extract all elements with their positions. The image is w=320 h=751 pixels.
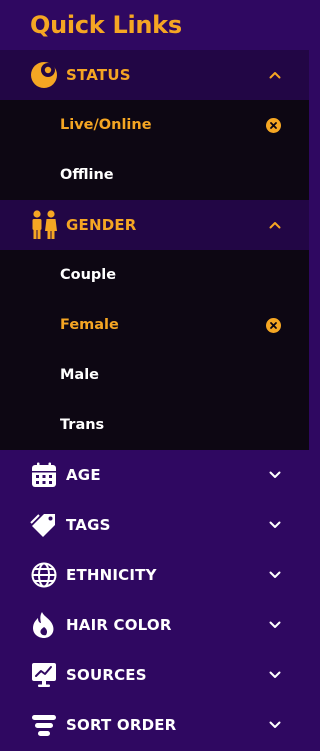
chevron-up-icon[interactable] bbox=[269, 69, 281, 81]
sidebar-title: Quick Links bbox=[30, 11, 182, 39]
monitor-chart-icon bbox=[30, 661, 58, 689]
age-section-header[interactable]: AGE bbox=[0, 450, 309, 500]
ethnicity-section-header[interactable]: ETHNICITY bbox=[0, 550, 309, 600]
tags-section-label: TAGS bbox=[66, 516, 111, 534]
option-label: Trans bbox=[60, 417, 105, 433]
chevron-down-icon[interactable] bbox=[269, 719, 281, 731]
people-icon bbox=[30, 210, 58, 239]
calendar-icon bbox=[30, 461, 58, 489]
moon-status-icon bbox=[30, 61, 58, 89]
gender-section-header[interactable]: GENDER bbox=[0, 200, 309, 250]
gender-option-female[interactable]: Female bbox=[0, 300, 309, 350]
chevron-down-icon[interactable] bbox=[269, 669, 281, 681]
flame-icon bbox=[30, 611, 58, 639]
sort-order-section-label: SORT ORDER bbox=[66, 716, 177, 734]
hair-color-section-header[interactable]: HAIR COLOR bbox=[0, 600, 309, 650]
sources-section-label: SOURCES bbox=[66, 666, 147, 684]
status-options: Live/Online Offline bbox=[0, 100, 309, 200]
status-section-label: STATUS bbox=[66, 66, 131, 84]
clear-selection-icon[interactable] bbox=[266, 317, 281, 333]
gender-option-male[interactable]: Male bbox=[0, 350, 309, 400]
option-label: Offline bbox=[60, 167, 114, 183]
chevron-down-icon[interactable] bbox=[269, 569, 281, 581]
option-label: Live/Online bbox=[60, 117, 152, 133]
sources-section-header[interactable]: SOURCES bbox=[0, 650, 309, 700]
chevron-down-icon[interactable] bbox=[269, 469, 281, 481]
gender-options: Couple Female Male Trans bbox=[0, 250, 309, 450]
sort-order-section-header[interactable]: SORT ORDER bbox=[0, 700, 309, 750]
quick-links-sidebar: Quick Links STATUS Live/Online Offline G… bbox=[0, 0, 309, 751]
age-section-label: AGE bbox=[66, 466, 101, 484]
status-option-live-online[interactable]: Live/Online bbox=[0, 100, 309, 150]
tags-icon bbox=[30, 511, 58, 539]
status-section-header[interactable]: STATUS bbox=[0, 50, 309, 100]
globe-icon bbox=[30, 561, 58, 589]
gender-option-couple[interactable]: Couple bbox=[0, 250, 309, 300]
chevron-down-icon[interactable] bbox=[269, 519, 281, 531]
clear-selection-icon[interactable] bbox=[266, 117, 281, 133]
gender-option-trans[interactable]: Trans bbox=[0, 400, 309, 450]
option-label: Couple bbox=[60, 267, 117, 283]
hair-color-section-label: HAIR COLOR bbox=[66, 616, 172, 634]
chevron-down-icon[interactable] bbox=[269, 619, 281, 631]
status-option-offline[interactable]: Offline bbox=[0, 150, 309, 200]
option-label: Female bbox=[60, 317, 119, 333]
chevron-up-icon[interactable] bbox=[269, 219, 281, 231]
ethnicity-section-label: ETHNICITY bbox=[66, 566, 157, 584]
gender-section-label: GENDER bbox=[66, 216, 137, 234]
sort-icon bbox=[30, 711, 58, 739]
tags-section-header[interactable]: TAGS bbox=[0, 500, 309, 550]
option-label: Male bbox=[60, 367, 100, 383]
